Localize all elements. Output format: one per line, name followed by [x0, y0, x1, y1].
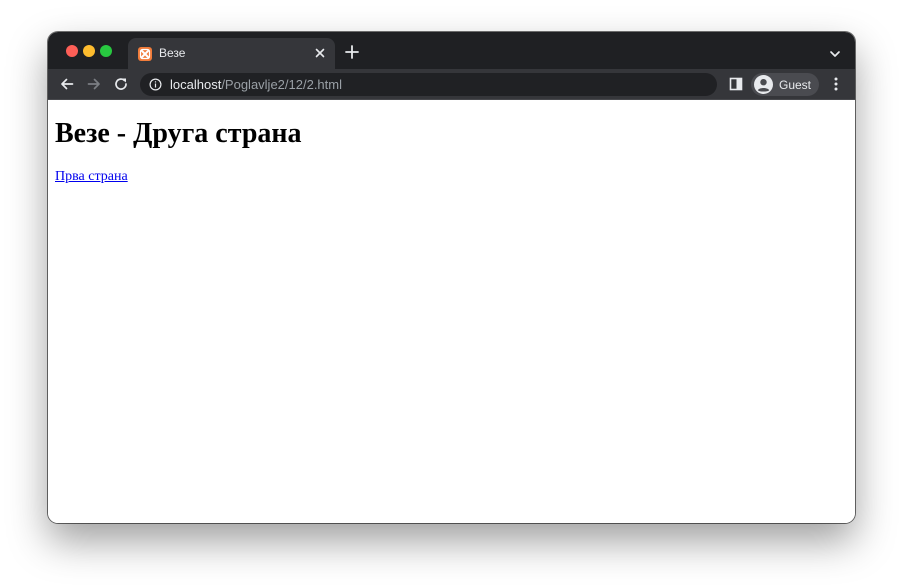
plus-icon[interactable] [344, 44, 360, 60]
chevron-down-icon[interactable] [829, 46, 841, 57]
first-page-link[interactable]: Прва страна [55, 169, 128, 185]
url-host: localhost [170, 77, 222, 92]
close-window-button[interactable] [66, 45, 78, 57]
side-panel-icon[interactable] [729, 77, 743, 91]
avatar [754, 75, 773, 94]
zoom-window-button[interactable] [100, 45, 112, 57]
info-icon[interactable] [149, 78, 162, 91]
url-text: localhost/Poglavlje2/12/2.html [170, 77, 342, 92]
toolbar: localhost/Poglavlje2/12/2.html Guest [48, 69, 855, 100]
page-title: Везе - Друга страна [55, 118, 302, 149]
arrow-left-icon[interactable] [59, 76, 75, 92]
xampp-icon [138, 47, 152, 61]
address-bar[interactable]: localhost/Poglavlje2/12/2.html [140, 73, 717, 96]
tab-title: Везе [159, 46, 186, 60]
close-icon[interactable] [313, 46, 327, 60]
minimize-window-button[interactable] [83, 45, 95, 57]
active-tab[interactable]: Везе [128, 38, 335, 69]
browser-window: Везе localhost/Poglavlje2/12/2.html Gues… [48, 32, 855, 523]
url-path: /Poglavlje2/12/2.html [221, 77, 342, 92]
tab-strip: Везе [48, 32, 855, 69]
arrow-right-icon[interactable] [86, 76, 102, 92]
kebab-menu-icon[interactable] [830, 77, 842, 91]
page-viewport: Везе - Друга страна Прва страна [48, 100, 855, 523]
profile-button[interactable]: Guest [751, 73, 819, 96]
profile-label: Guest [779, 78, 812, 92]
reload-icon[interactable] [113, 76, 129, 92]
